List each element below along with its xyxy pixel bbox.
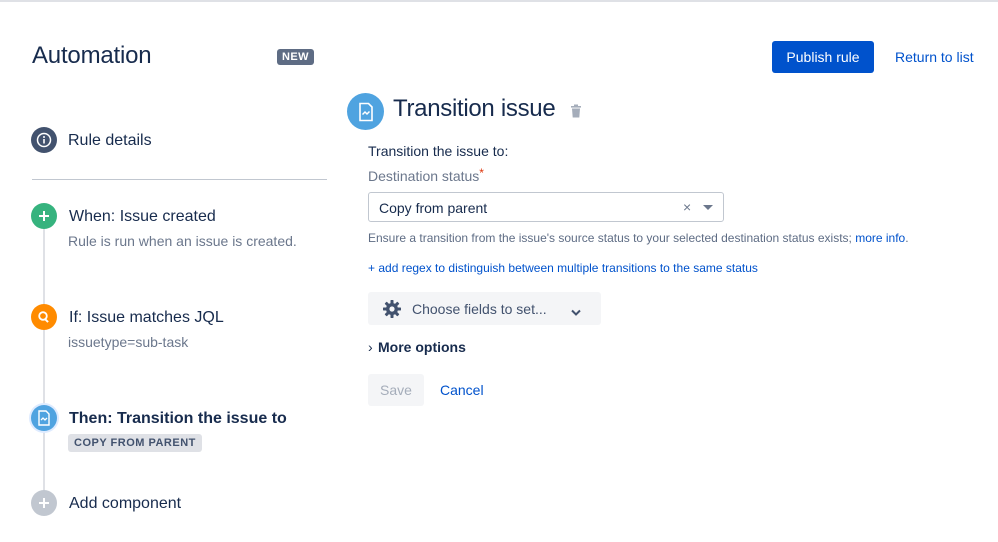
required-marker: * [479, 166, 484, 180]
copy-from-parent-chip: COPY FROM PARENT [68, 434, 202, 452]
transition-section-label: Transition the issue to: [368, 143, 509, 159]
transition-issue-icon [347, 93, 384, 130]
add-regex-link[interactable]: + add regex to distinguish between multi… [368, 261, 758, 275]
add-component-plus-icon [31, 490, 57, 516]
choose-fields-label: Choose fields to set... [412, 301, 547, 317]
gear-icon [382, 299, 402, 324]
chevron-down-icon[interactable] [703, 205, 713, 210]
plus-icon [31, 203, 57, 229]
more-options-label: More options [378, 339, 466, 355]
info-icon [31, 127, 57, 153]
chevron-down-icon [571, 304, 581, 322]
sidebar-divider [32, 179, 327, 180]
cancel-button[interactable]: Cancel [440, 382, 484, 398]
timeline-line [43, 226, 45, 496]
help-text-period: . [905, 231, 909, 245]
sidebar-step-trigger[interactable]: When: Issue created [69, 208, 216, 226]
destination-status-text: Destination status [368, 168, 480, 184]
select-value: Copy from parent [379, 200, 488, 216]
add-component-button[interactable]: Add component [69, 495, 181, 513]
sidebar-step-trigger-desc: Rule is run when an issue is created. [68, 233, 297, 249]
publish-rule-button[interactable]: Publish rule [772, 41, 874, 73]
search-icon [31, 304, 57, 330]
return-to-list-link[interactable]: Return to list [895, 49, 974, 65]
more-info-link[interactable]: more info [855, 231, 905, 245]
sidebar-step-condition[interactable]: If: Issue matches JQL [69, 309, 224, 327]
save-button[interactable]: Save [368, 374, 424, 406]
sidebar-step-action[interactable]: Then: Transition the issue to [69, 410, 287, 428]
help-text-body: Ensure a transition from the issue's sou… [368, 231, 856, 245]
sidebar-step-condition-desc: issuetype=sub-task [68, 334, 189, 350]
choose-fields-button[interactable]: Choose fields to set... [368, 292, 601, 325]
new-badge: NEW [277, 49, 314, 65]
panel-title: Transition issue [393, 95, 556, 122]
trash-icon[interactable] [570, 104, 582, 123]
sidebar-item-rule-details[interactable]: Rule details [68, 132, 152, 150]
transition-icon [31, 405, 57, 431]
help-text: Ensure a transition from the issue's sou… [368, 231, 909, 245]
destination-status-label: Destination status* [368, 166, 484, 184]
chevron-right-icon: › [368, 339, 373, 355]
top-divider [0, 0, 998, 2]
clear-icon[interactable]: × [683, 199, 691, 215]
more-options-toggle[interactable]: › More options [368, 339, 466, 355]
page-title: Automation [32, 42, 152, 69]
destination-status-select[interactable]: Copy from parent × [368, 192, 724, 222]
